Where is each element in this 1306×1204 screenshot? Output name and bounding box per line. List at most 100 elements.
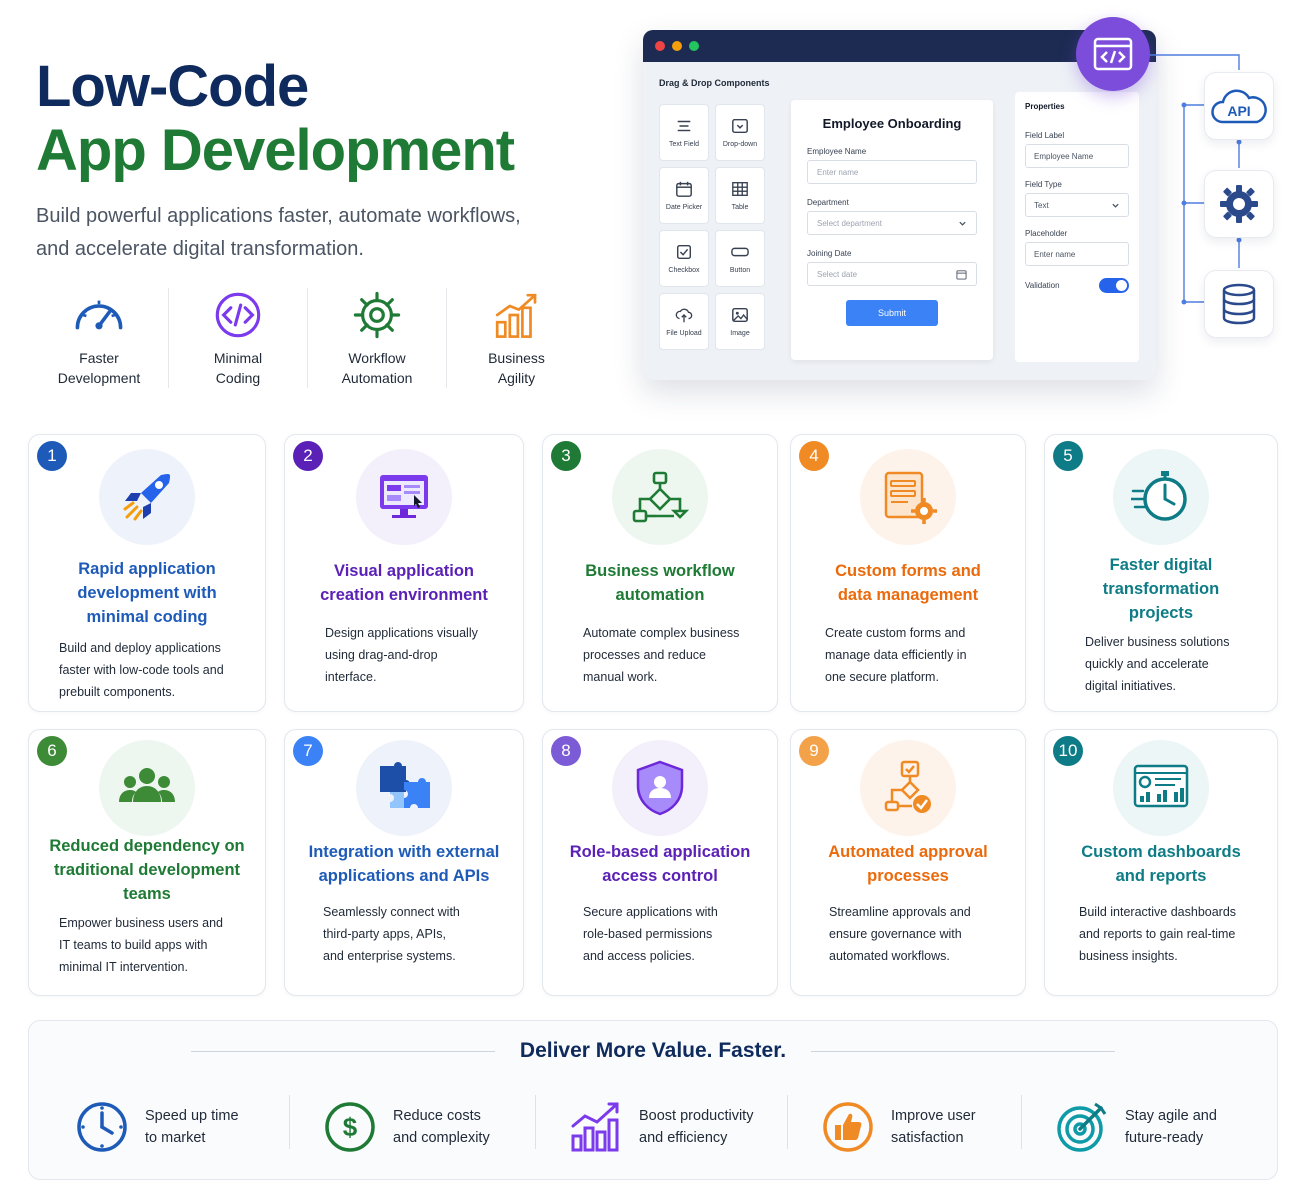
properties-panel: Properties Field Label Employee Name Fie…: [1015, 92, 1139, 362]
divider: [289, 1095, 290, 1149]
code-window-icon: [1093, 37, 1133, 71]
feature-icon-circle: [356, 449, 452, 545]
benefit-minimal-coding: Minimal Coding: [169, 288, 308, 388]
property-label: Field Label: [1025, 131, 1065, 140]
stopwatch-icon: [1131, 471, 1187, 521]
rocket-icon: [123, 473, 171, 521]
divider: [1021, 1095, 1022, 1149]
puzzle-icon: [380, 762, 430, 808]
footer-item-label: Boost productivity and efficiency: [639, 1108, 754, 1146]
feature-icon-circle: [612, 449, 708, 545]
submit-button[interactable]: Submit: [846, 300, 938, 326]
window-minimize-dot[interactable]: [672, 41, 682, 51]
feature-title: Integration with external applications a…: [308, 843, 500, 885]
checkbox-icon: [676, 244, 692, 260]
component-date-picker[interactable]: Date Picker: [659, 167, 709, 224]
employee-name-input[interactable]: Enter name: [807, 160, 977, 184]
placeholder-input[interactable]: Enter name: [1025, 242, 1129, 266]
svg-text:$: $: [343, 1112, 358, 1142]
validation-row: Validation: [1025, 278, 1129, 293]
text-lines-icon: [677, 120, 691, 132]
dollar-icon: $: [325, 1102, 375, 1152]
benefit-label: Workflow Automation: [341, 350, 413, 386]
bar-growth-icon: [571, 1102, 619, 1152]
clock-icon: [77, 1102, 127, 1152]
properties-title: Properties: [1025, 102, 1065, 111]
window-close-dot[interactable]: [655, 41, 665, 51]
component-table[interactable]: Table: [715, 167, 765, 224]
footer-item-satisfaction: Improve user satisfaction: [821, 1097, 976, 1157]
validation-label: Validation: [1025, 281, 1060, 290]
feature-description: Build interactive dashboards and reports…: [1079, 905, 1237, 963]
database-box: [1204, 270, 1274, 338]
employee-onboarding-form: Employee Onboarding Employee Name Enter …: [791, 100, 993, 360]
shield-user-icon: [636, 760, 684, 816]
divider: [811, 1051, 1115, 1052]
database-icon: [1222, 283, 1256, 325]
footer-item-label: Improve user satisfaction: [891, 1108, 976, 1146]
app-builder-window: Drag & Drop Components Text Field Drop-d…: [643, 30, 1156, 380]
benefit-label: Faster Development: [57, 350, 141, 386]
value-footer: Deliver More Value. Faster. Speed up tim…: [28, 1020, 1278, 1180]
feature-card-5: 5 Faster digital transformation projects…: [1044, 434, 1278, 712]
dropdown-icon: [732, 118, 748, 134]
feature-title: Reduced dependency on traditional develo…: [49, 837, 245, 903]
feature-title: Custom forms and data management: [835, 562, 981, 604]
feature-title: Role-based application access control: [569, 843, 751, 885]
chevron-down-icon: [959, 221, 966, 226]
property-label: Field Type: [1025, 180, 1062, 189]
window-maximize-dot[interactable]: [689, 41, 699, 51]
field-type-select[interactable]: Text: [1025, 193, 1129, 217]
feature-card-1: 1 Rapid application development with min…: [28, 434, 266, 712]
component-drop-down[interactable]: Drop-down: [715, 104, 765, 161]
feature-title: Automated approval processes: [828, 843, 988, 885]
component-image[interactable]: Image: [715, 293, 765, 350]
field-label-input[interactable]: Employee Name: [1025, 144, 1129, 168]
feature-number-badge: 9: [799, 736, 829, 766]
divider: [535, 1095, 536, 1149]
speedometer-icon: [75, 300, 123, 330]
component-text-field[interactable]: Text Field: [659, 104, 709, 161]
hero-title-line1: Low-Code: [36, 54, 309, 119]
component-file-upload[interactable]: File Upload: [659, 293, 709, 350]
form-title: Employee Onboarding: [822, 116, 962, 131]
feature-title: Visual application creation environment: [320, 562, 488, 604]
component-checkbox[interactable]: Checkbox: [659, 230, 709, 287]
feature-card-10: 10 Custom dashboards and reports Build i…: [1044, 729, 1278, 996]
footer-item-costs: $ Reduce costs and complexity: [323, 1097, 490, 1157]
benefit-label: Business Agility: [488, 350, 545, 386]
hero-subtitle: Build powerful applications faster, auto…: [36, 205, 521, 260]
team-icon: [119, 768, 175, 802]
feature-number-badge: 3: [551, 441, 581, 471]
feature-card-4: 4 Custom forms and data management Creat…: [790, 434, 1026, 712]
feature-card-9: 9 Automated approval processes Streamlin…: [790, 729, 1026, 996]
validation-toggle[interactable]: [1099, 278, 1129, 293]
feature-icon-circle: [99, 449, 195, 545]
approval-icon: [884, 760, 931, 813]
image-icon: [732, 307, 748, 323]
feature-number-badge: 8: [551, 736, 581, 766]
footer-item-speed: Speed up time to market: [75, 1097, 239, 1157]
feature-title: Faster digital transformation projects: [1102, 556, 1220, 622]
footer-item-productivity: Boost productivity and efficiency: [569, 1097, 753, 1157]
component-button[interactable]: Button: [715, 230, 765, 287]
workflow-icon: [632, 471, 690, 523]
feature-description: Streamline approvals and ensure governan…: [829, 905, 971, 963]
feature-icon-circle: [99, 740, 195, 836]
department-select[interactable]: Select department: [807, 211, 977, 235]
settings-box: [1204, 170, 1274, 238]
api-box: API: [1204, 72, 1274, 140]
feature-number-badge: 4: [799, 441, 829, 471]
table-icon: [732, 182, 748, 196]
feature-number-badge: 1: [37, 441, 67, 471]
divider: [787, 1095, 788, 1149]
thumbs-up-icon: [823, 1102, 873, 1152]
form-gear-icon: [884, 471, 937, 524]
benefit-workflow-automation: Workflow Automation: [308, 288, 447, 388]
benefit-business-agility: Business Agility: [447, 288, 586, 388]
joining-date-input[interactable]: Select date: [807, 262, 977, 286]
component-palette: Drag & Drop Components Text Field Drop-d…: [653, 74, 773, 350]
feature-description: Build and deploy applications faster wit…: [59, 641, 224, 699]
dashboard-icon: [1133, 764, 1189, 808]
footer-item-agile: Stay agile and future-ready: [1055, 1097, 1217, 1157]
